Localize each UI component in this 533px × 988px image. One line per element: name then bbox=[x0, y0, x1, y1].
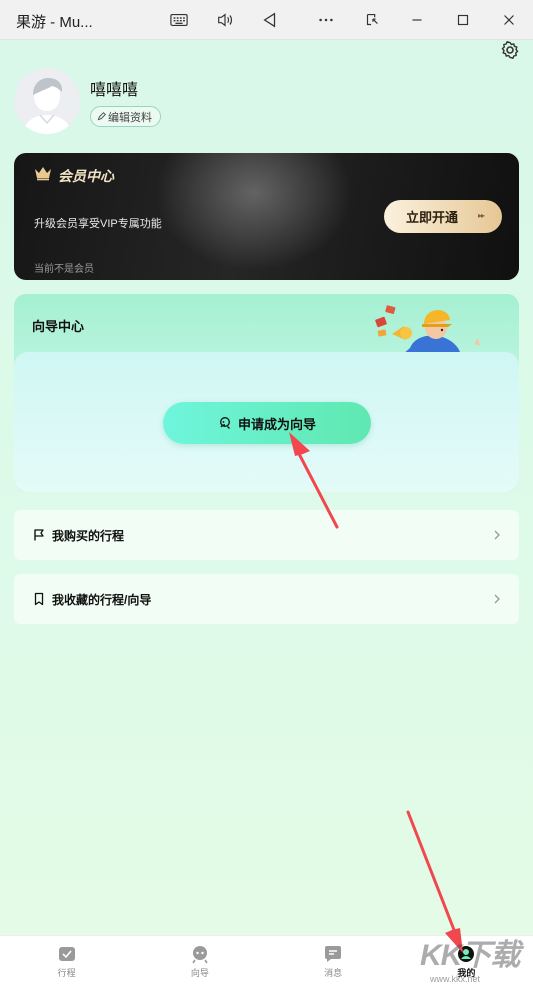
guide-center-card: 向导中心 申请成为向导 bbox=[14, 294, 519, 492]
vip-title: 会员中心 bbox=[58, 168, 114, 184]
vip-status: 当前不是会员 bbox=[34, 264, 94, 275]
guide-icon bbox=[192, 946, 208, 964]
apply-guide-label: 申请成为向导 bbox=[237, 416, 316, 432]
close-icon[interactable] bbox=[497, 8, 521, 32]
vip-description: 升级会员享受VIP专属功能 bbox=[34, 218, 162, 230]
settings-gear-icon[interactable] bbox=[500, 40, 520, 60]
minimize-icon[interactable] bbox=[405, 8, 429, 32]
back-triangle-icon[interactable] bbox=[258, 8, 282, 32]
double-arrow-icon: ▸▸ bbox=[477, 211, 485, 220]
trip-icon bbox=[58, 947, 75, 961]
username: 嘻嘻嘻 bbox=[90, 82, 139, 99]
watermark-url: www.kkx.net bbox=[430, 974, 481, 984]
more-icon[interactable] bbox=[314, 8, 338, 32]
favorites-label: 我收藏的行程/向导 bbox=[52, 592, 152, 607]
edit-profile-label: 编辑资料 bbox=[108, 111, 152, 124]
chevron-right-icon bbox=[494, 594, 500, 604]
annotation-arrows bbox=[289, 432, 463, 953]
nav-label-trips: 行程 bbox=[57, 968, 76, 978]
nav-label-guide: 向导 bbox=[190, 968, 209, 978]
headset-person-icon bbox=[220, 417, 230, 429]
flag-icon bbox=[34, 529, 44, 541]
purchased-trips-row[interactable]: 我购买的行程 bbox=[14, 510, 519, 560]
nav-label-messages: 消息 bbox=[324, 968, 343, 978]
avatar[interactable] bbox=[14, 68, 80, 134]
pencil-icon bbox=[97, 112, 106, 121]
window-title: 果游 - Mu... bbox=[16, 14, 93, 31]
guide-center-title: 向导中心 bbox=[32, 319, 85, 334]
message-icon bbox=[325, 946, 342, 962]
activate-vip-button[interactable]: 立即开通 ▸▸ bbox=[384, 200, 502, 233]
nav-item-guide[interactable]: 向导 bbox=[133, 936, 266, 988]
edit-profile-button[interactable]: 编辑资料 bbox=[90, 106, 161, 127]
restore-screen-icon[interactable] bbox=[360, 8, 384, 32]
favorites-row[interactable]: 我收藏的行程/向导 bbox=[14, 574, 519, 624]
nav-item-messages[interactable]: 消息 bbox=[267, 936, 400, 988]
nav-item-trips[interactable]: 行程 bbox=[0, 936, 133, 988]
keyboard-icon[interactable] bbox=[167, 8, 191, 32]
purchased-trips-label: 我购买的行程 bbox=[52, 528, 125, 543]
default-avatar-icon bbox=[14, 68, 80, 134]
crown-icon bbox=[35, 167, 51, 181]
vip-center-card[interactable]: 会员中心 升级会员享受VIP专属功能 立即开通 ▸▸ 当前不是会员 bbox=[14, 153, 519, 280]
chevron-right-icon bbox=[494, 530, 500, 540]
activate-vip-label: 立即开通 bbox=[406, 210, 459, 225]
window-title-bar: 果游 - Mu... bbox=[0, 0, 533, 40]
maximize-icon[interactable] bbox=[451, 8, 475, 32]
bookmark-icon bbox=[34, 592, 44, 606]
apply-guide-button[interactable]: 申请成为向导 bbox=[163, 402, 371, 444]
volume-icon[interactable] bbox=[213, 8, 237, 32]
watermark-logo: KK下载 bbox=[420, 939, 520, 972]
